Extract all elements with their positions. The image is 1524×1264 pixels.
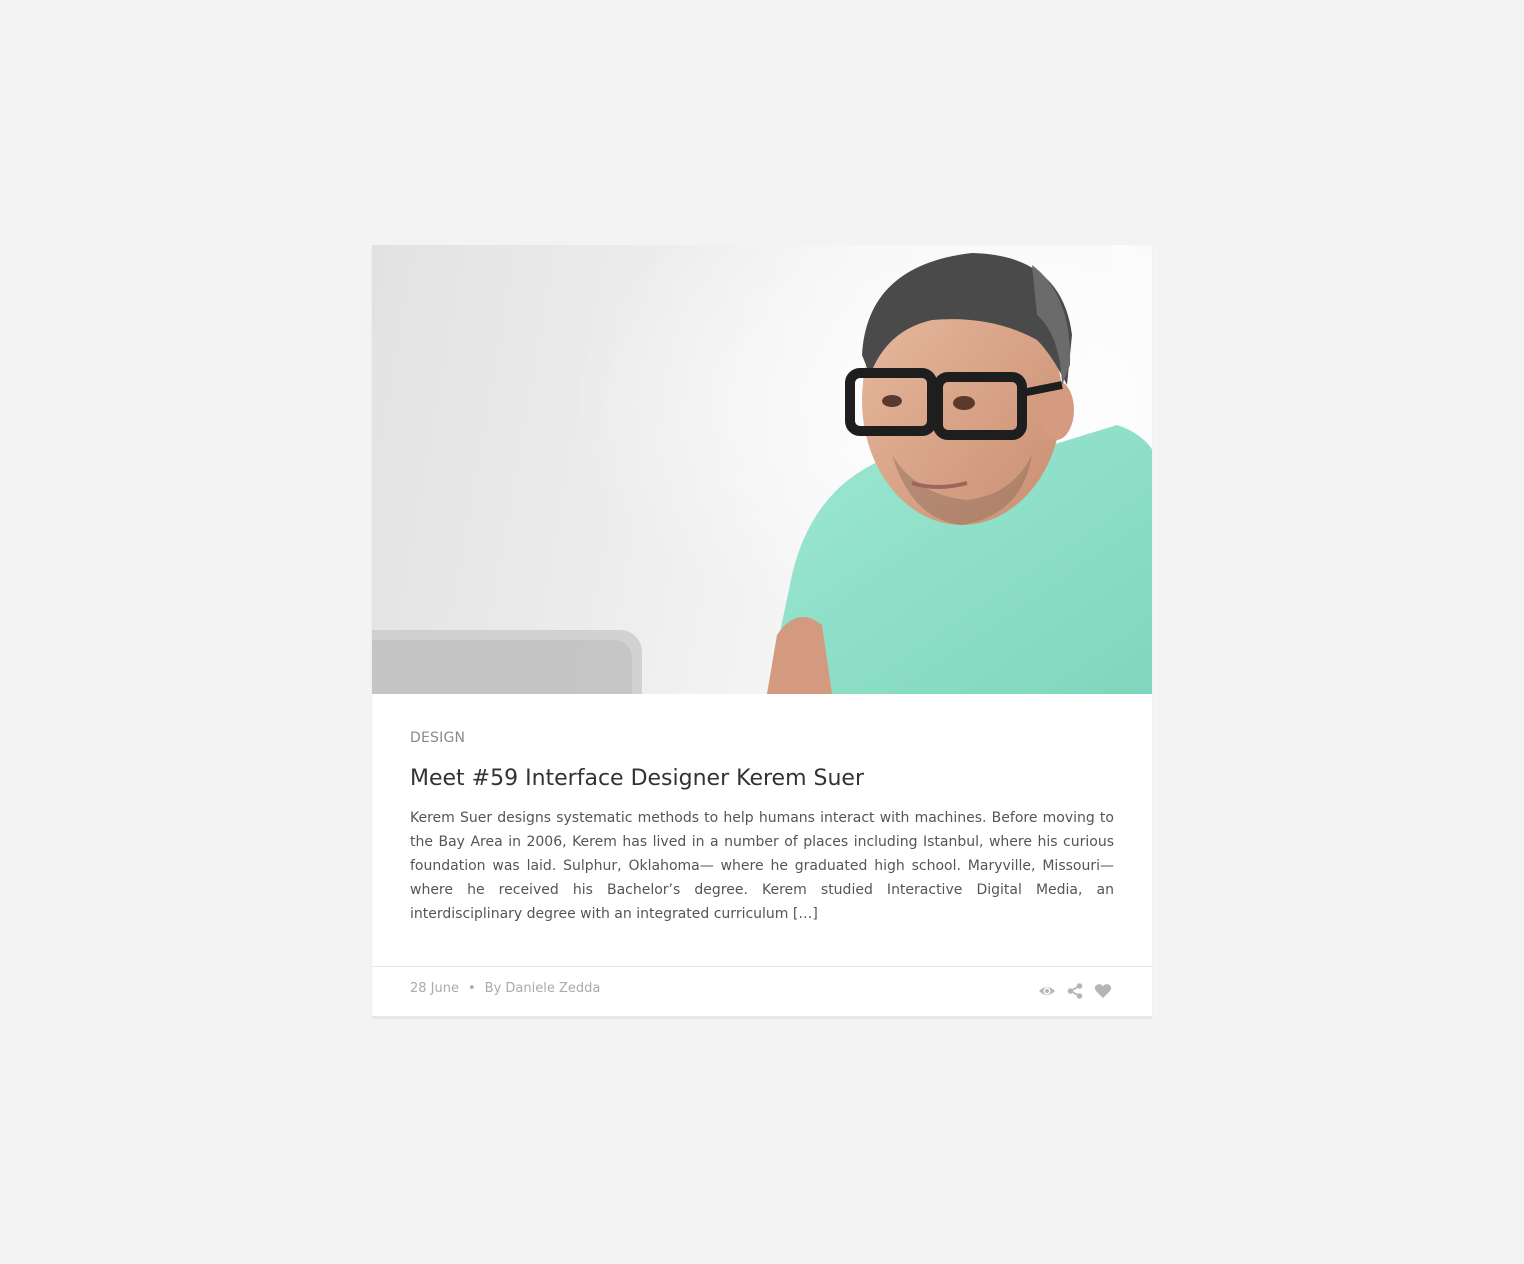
post-featured-image[interactable] — [372, 245, 1152, 694]
share-icon[interactable] — [1066, 982, 1084, 1000]
heart-icon[interactable] — [1094, 982, 1112, 1000]
post-author[interactable]: By Daniele Zedda — [485, 981, 601, 996]
post-date: 28 June — [410, 981, 459, 996]
post-footer: 28 June • By Daniele Zedda — [372, 966, 1152, 1018]
post-excerpt: Kerem Suer designs systematic methods to… — [410, 810, 1114, 922]
post-meta: 28 June • By Daniele Zedda — [410, 981, 600, 996]
meta-separator: • — [468, 981, 476, 996]
post-title[interactable]: Meet #59 Interface Designer Kerem Suer — [410, 766, 864, 791]
eye-icon[interactable] — [1038, 982, 1056, 1000]
post-actions — [1038, 982, 1112, 1000]
blog-post-card: DESIGN Meet #59 Interface Designer Kerem… — [372, 245, 1152, 1018]
post-category[interactable]: DESIGN — [410, 730, 465, 746]
